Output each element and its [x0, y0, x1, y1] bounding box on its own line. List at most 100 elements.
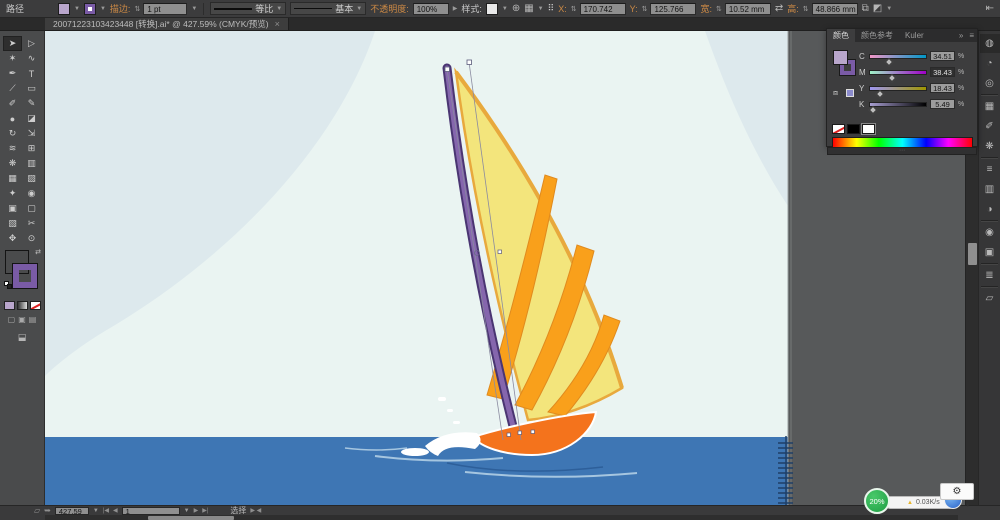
none-mode-button[interactable]: [29, 301, 41, 310]
document-tab[interactable]: 20071223103423448 [转换].ai* @ 427.59% (CM…: [45, 18, 289, 30]
blob-brush-tool[interactable]: ●: [3, 111, 22, 126]
tab-color[interactable]: 颜色: [827, 29, 855, 42]
stroke-panel-icon[interactable]: ≡: [980, 160, 1000, 179]
none-swatch[interactable]: [832, 124, 845, 134]
symbol-sprayer-tool[interactable]: ❋: [3, 156, 22, 171]
tab-kuler[interactable]: Kuler: [899, 29, 930, 42]
width-tool[interactable]: ≋: [3, 141, 22, 156]
channel-slider[interactable]: [868, 101, 927, 114]
chevron-down-icon[interactable]: ▼: [100, 6, 106, 12]
close-tab-icon[interactable]: ×: [275, 19, 280, 29]
x-field[interactable]: 170.742: [579, 2, 626, 15]
stroke-weight-label[interactable]: 描边:: [110, 2, 131, 15]
direct-selection-tool[interactable]: ▷: [22, 36, 41, 51]
color-panel-icon[interactable]: ◍: [979, 34, 1000, 53]
next-artboard-button[interactable]: ▶: [194, 507, 199, 514]
opacity-field[interactable]: 100%: [412, 2, 449, 15]
draw-normal-icon[interactable]: ▢: [8, 315, 16, 324]
splash-blob[interactable]: [401, 448, 429, 456]
web-color-swatch[interactable]: [846, 89, 854, 97]
black-swatch[interactable]: [847, 124, 860, 134]
zoom-dropdown-icon[interactable]: ▼: [93, 508, 99, 514]
width-field[interactable]: 10.52 mm: [724, 2, 771, 15]
blend-tool[interactable]: ◉: [22, 186, 41, 201]
artboard-dropdown-icon[interactable]: ▼: [184, 508, 190, 514]
mesh-tool[interactable]: ▦: [3, 171, 22, 186]
channel-slider[interactable]: [869, 69, 927, 82]
isolate-icon[interactable]: ◩: [873, 3, 882, 14]
stroke-weight-field[interactable]: 1 pt: [143, 2, 188, 15]
height-stepper[interactable]: ⇅: [803, 5, 809, 13]
download-progress-badge[interactable]: 20%: [864, 488, 890, 514]
status-icon-pages[interactable]: ▱: [34, 506, 40, 515]
align-icon[interactable]: ▦: [524, 3, 533, 14]
live-paint-selection-tool[interactable]: ▢: [22, 201, 41, 216]
splash-fleck[interactable]: [447, 409, 453, 412]
prev-artboard-button[interactable]: ◀: [113, 507, 118, 514]
free-transform-tool[interactable]: ⊞: [22, 141, 41, 156]
default-fill-stroke-button[interactable]: [4, 281, 13, 290]
panel-resize-grip[interactable]: ⋯: [827, 147, 977, 155]
paintbrush-tool[interactable]: ✐: [3, 96, 22, 111]
artboard-tool[interactable]: ▧: [3, 216, 22, 231]
selection-tool[interactable]: ➤: [3, 36, 22, 51]
stroke-proxy-swatch[interactable]: [12, 263, 38, 289]
tab-color-guide[interactable]: 颜色参考: [855, 29, 899, 42]
slice-tool[interactable]: ✂: [22, 216, 41, 231]
collapse-panel-icon[interactable]: ⇤: [986, 3, 994, 14]
symbols-panel-icon[interactable]: ❋: [980, 137, 1000, 156]
popout-arrow-icon[interactable]: ▶: [453, 5, 458, 12]
eraser-tool[interactable]: ◪: [22, 111, 41, 126]
live-paint-bucket-tool[interactable]: ▣: [3, 201, 22, 216]
slider-thumb[interactable]: [868, 105, 878, 114]
chevron-down-icon[interactable]: ▼: [74, 6, 80, 12]
gradient-panel-icon[interactable]: ▥: [980, 180, 1000, 199]
reference-point-locator[interactable]: ⠿: [548, 3, 555, 14]
draw-behind-icon[interactable]: ▣: [18, 315, 26, 324]
panel-fill-swatch[interactable]: [833, 50, 848, 65]
vertical-scrollbar-thumb[interactable]: [968, 243, 977, 265]
rectangle-tool[interactable]: ▭: [22, 81, 41, 96]
graph-tool[interactable]: ▥: [22, 156, 41, 171]
rotate-tool[interactable]: ↻: [3, 126, 22, 141]
chevron-down-icon[interactable]: ▼: [502, 6, 508, 12]
type-tool[interactable]: T: [22, 66, 41, 81]
y-stepper[interactable]: ⇅: [642, 5, 648, 13]
y-field[interactable]: 125.766: [650, 2, 697, 15]
transform-icon[interactable]: ⧉: [862, 3, 869, 14]
artboards-panel-icon[interactable]: ▱: [980, 289, 1000, 308]
kuler-panel-icon[interactable]: ◎: [980, 74, 1000, 93]
pencil-tool[interactable]: ✎: [22, 96, 41, 111]
pen-tool[interactable]: ✒: [3, 66, 22, 81]
draw-inside-icon[interactable]: ▤: [29, 315, 37, 324]
style-swatch[interactable]: [485, 2, 498, 15]
fill-color-swatch[interactable]: [58, 2, 71, 15]
color-guide-panel-icon[interactable]: ◔: [980, 54, 1000, 73]
popup-caret-icon[interactable]: ▾: [966, 501, 970, 509]
chevron-down-icon[interactable]: ▼: [191, 6, 197, 12]
channel-value-field[interactable]: 5.49: [930, 99, 955, 109]
magic-wand-tool[interactable]: ✶: [3, 51, 22, 66]
status-nav-icons[interactable]: ▶ ◀: [250, 507, 261, 514]
zoom-tool[interactable]: ⊙: [22, 231, 41, 246]
swatches-panel-icon[interactable]: ▦: [980, 97, 1000, 116]
tool-popup-button[interactable]: ⚙: [940, 483, 974, 500]
lasso-tool[interactable]: ∿: [22, 51, 41, 66]
constrain-proportions-icon[interactable]: ⇄: [775, 3, 783, 14]
screen-mode-icon[interactable]: ⬓: [18, 332, 27, 342]
width-stepper[interactable]: ⇅: [716, 5, 722, 13]
channel-value-field[interactable]: 34.51: [930, 51, 955, 61]
brush-definition-select[interactable]: 基本 ▼: [290, 2, 367, 15]
first-artboard-button[interactable]: |◀: [103, 507, 109, 514]
horizontal-scrollbar-thumb[interactable]: [148, 516, 234, 520]
status-icon-export[interactable]: ➥: [44, 506, 51, 515]
gradient-tool[interactable]: ▨: [22, 171, 41, 186]
gradient-mode-button[interactable]: [16, 301, 28, 310]
layers-panel-icon[interactable]: ≣: [980, 266, 1000, 285]
artboard-number-field[interactable]: 1: [121, 506, 180, 515]
eyedropper-tool[interactable]: ✦: [3, 186, 22, 201]
swap-fill-stroke-icon[interactable]: ⇄: [35, 248, 41, 256]
appearance-panel-icon[interactable]: ◉: [980, 223, 1000, 242]
color-mode-button[interactable]: [3, 301, 15, 310]
anchor-point-handle[interactable]: [530, 429, 535, 434]
